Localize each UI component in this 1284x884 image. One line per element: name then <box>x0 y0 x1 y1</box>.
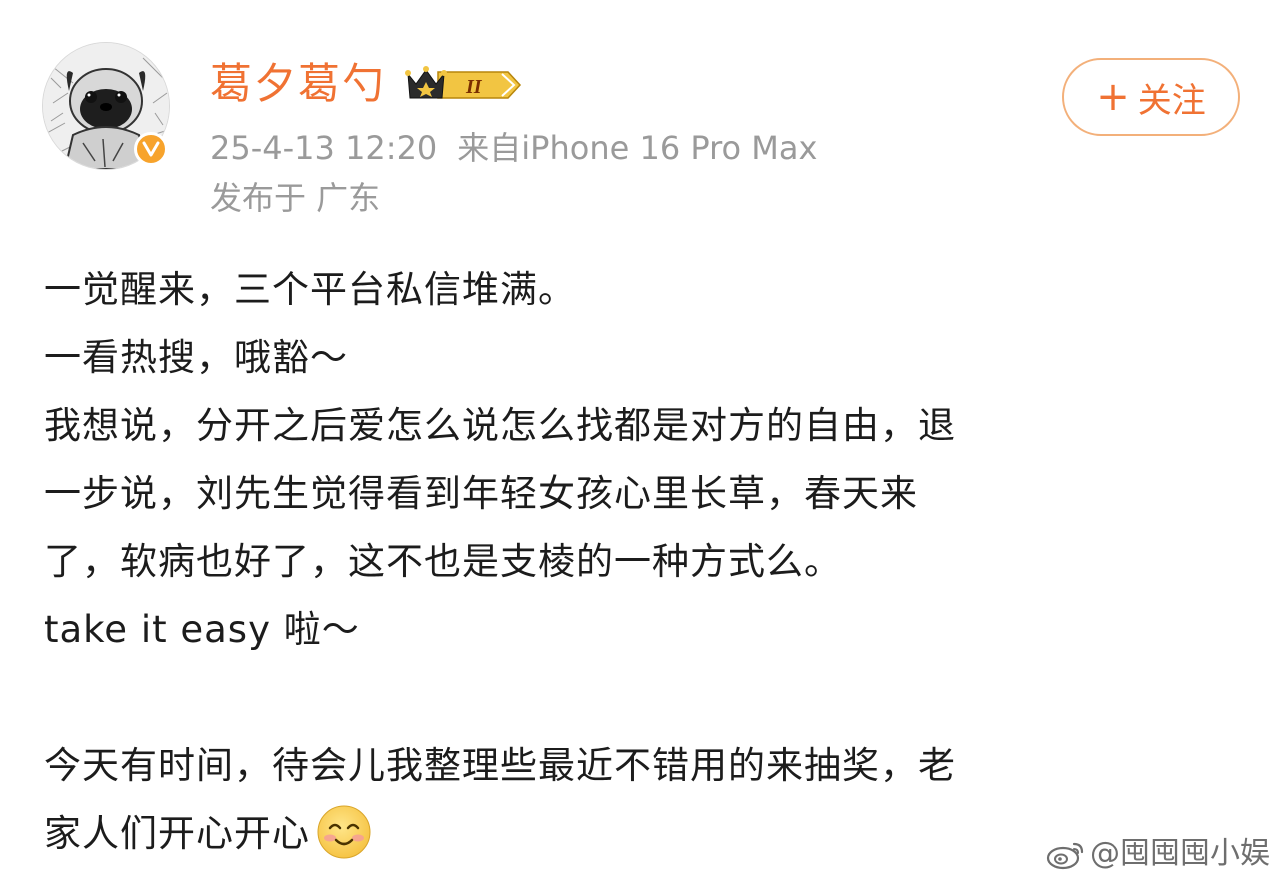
post-location: 发布于 广东 <box>210 179 381 217</box>
post-line: 一步说，刘先生觉得看到年轻女孩心里长草，春天来 <box>44 472 918 515</box>
post-line: 一看热搜，哦豁～ <box>44 336 348 379</box>
vip-level: II <box>465 76 483 98</box>
post-line: 今天有时间，待会儿我整理些最近不错用的来抽奖，老 <box>44 744 956 787</box>
post-line: 我想说，分开之后爱怎么说怎么找都是对方的自由，退 <box>44 404 956 447</box>
weibo-post-screenshot: 葛夕葛勺 II 25-4-13 12:20 来自iPhone 16 Pro Max… <box>0 0 1284 884</box>
post-body: 一觉醒来，三个平台私信堆满。 一看热搜，哦豁～ 我想说，分开之后爱怎么说怎么找都… <box>44 256 1244 868</box>
username[interactable]: 葛夕葛勺 <box>210 56 386 112</box>
post-line: 了，软病也好了，这不也是支棱的一种方式么。 <box>44 540 842 583</box>
post-line-text: 家人们开心开心 <box>44 812 310 855</box>
post-line: 一觉醒来，三个平台私信堆满。 <box>44 268 576 311</box>
post-timestamp: 25-4-13 12:20 <box>210 129 438 167</box>
post-line-blank <box>44 664 1244 732</box>
verified-badge-icon <box>134 132 168 166</box>
plus-icon: + <box>1096 74 1130 120</box>
post-source[interactable]: 来自iPhone 16 Pro Max <box>457 129 817 167</box>
follow-button-label: 关注 <box>1137 80 1206 121</box>
watermark-text: @囤囤囤小娱 <box>1090 836 1270 871</box>
vip-crown-badge-icon[interactable]: II <box>404 64 524 106</box>
follow-button[interactable]: + 关注 <box>1062 58 1240 136</box>
avatar-container[interactable] <box>42 42 170 170</box>
post-meta: 25-4-13 12:20 来自iPhone 16 Pro Max <box>210 126 817 170</box>
weibo-logo-icon <box>1046 842 1084 870</box>
watermark: @囤囤囤小娱 <box>1046 834 1270 874</box>
smile-icon <box>316 804 372 860</box>
post-line: take it easy 啦～ <box>44 608 360 651</box>
